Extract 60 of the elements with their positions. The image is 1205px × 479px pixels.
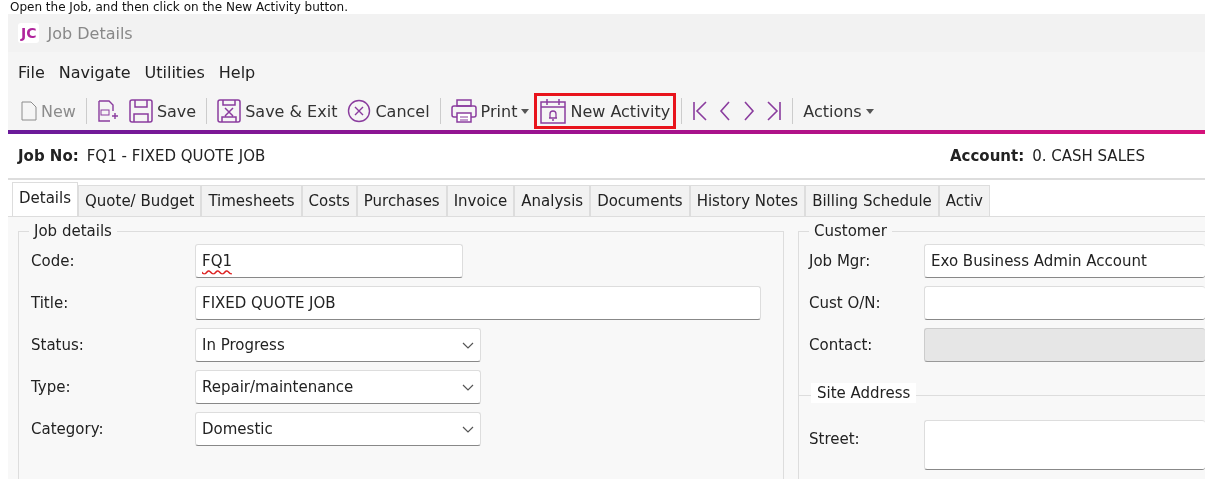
last-record-icon [766,100,783,122]
chevron-down-icon [462,341,474,349]
text-field[interactable] [924,420,1205,470]
field-label: Street: [809,429,861,448]
field-label: Contact: [809,336,874,354]
field-label: Code: [31,252,76,270]
tab[interactable]: Details [12,182,78,216]
tab[interactable]: Costs [301,185,357,216]
menu-item[interactable]: Navigate [58,62,131,82]
group-title: Site Address [811,383,917,403]
previous-icon [718,100,733,122]
next-icon [742,100,757,122]
tab[interactable]: Invoice [446,185,515,216]
window-title: Job Details [47,23,133,43]
text-field[interactable] [924,286,1205,320]
field-label: Status: [31,336,85,354]
group-title: Job details [29,222,117,240]
toolbar-button[interactable]: Actions [798,97,879,125]
field-label: Type: [31,378,72,396]
text-field[interactable]: FQ1 [195,244,463,278]
chevron-down-icon [462,425,474,433]
field-label: Job Mgr: [809,252,872,270]
numbered-document-icon [96,100,119,122]
tab[interactable]: Quote/ Budget [78,185,202,216]
floppy-exit-icon [217,99,242,123]
tab[interactable]: Documents [590,185,690,216]
tab[interactable]: History Notes [689,185,806,216]
highlighted-toolbar-button[interactable]: New Activity [534,93,677,129]
menu-item[interactable]: Help [218,62,256,82]
tab[interactable]: Purchases [356,185,447,216]
cancel-icon [347,99,372,123]
tab[interactable]: Billing Schedule [805,185,939,216]
job-number-value: FQ1 - FIXED QUOTE JOB [86,147,266,165]
first-record-icon [692,100,709,122]
tab[interactable]: Timesheets [201,185,302,216]
tab[interactable]: Activ [938,185,990,216]
toolbar-button[interactable]: Print [445,95,535,127]
calendar-bell-icon [540,98,567,124]
dropdown-field[interactable]: Exo Business Admin Account [924,244,1205,278]
chevron-down-icon [462,383,474,391]
field-label: Cust O/N: [809,294,882,312]
menu-item[interactable]: Utilities [144,62,205,82]
printer-icon [450,99,477,123]
document-icon [21,101,37,121]
account-value: 0. CASH SALES [1032,147,1145,165]
dropdown-field[interactable]: Repair/maintenance [195,370,481,404]
toolbar-button[interactable]: Cancel [342,95,435,127]
instruction-text: Open the Job, and then click on the New Activity button. [9,0,349,14]
dropdown-field[interactable]: In Progress [195,328,481,362]
toolbar-button[interactable]: Save [123,95,202,127]
field-label: Category: [31,420,105,438]
text-field[interactable]: FIXED QUOTE JOB [195,286,761,320]
toolbar-button[interactable]: Save & Exit [212,95,343,127]
tab[interactable]: Analysis [514,185,591,216]
account-label: Account: [949,147,1025,165]
field-label: Title: [31,294,70,312]
job-number-label: Job No: [18,147,79,165]
dropdown-field[interactable]: Domestic [195,412,481,446]
menu-item[interactable]: File [18,62,45,82]
app-logo: JC [18,23,40,43]
